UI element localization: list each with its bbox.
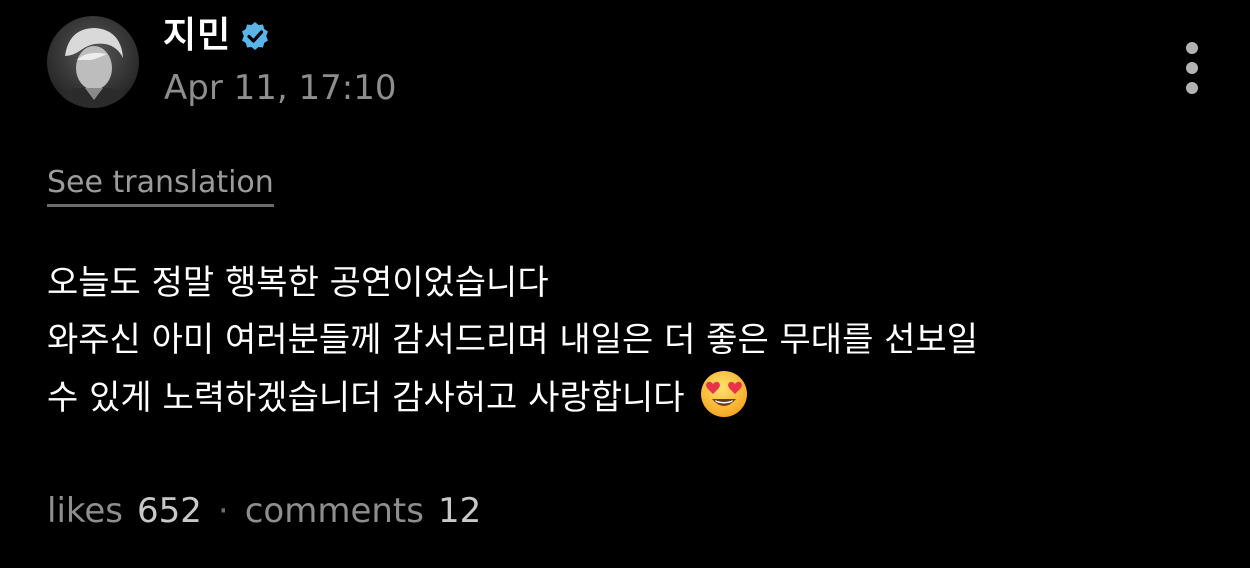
see-translation-link[interactable]: See translation (47, 163, 274, 207)
post-body-line-last: 수 있게 노력하겠습니더 감사허고 사랑합니다 (47, 369, 1207, 427)
post-body-line-text: 수 있게 노력하겠습니더 감사허고 사랑합니다 (47, 378, 685, 418)
stats-separator: · (217, 491, 229, 531)
verified-badge-icon (242, 22, 269, 50)
post-timestamp: Apr 11, 17:10 (164, 68, 397, 108)
more-options-icon[interactable] (1176, 38, 1208, 102)
avatar-photo-icon (47, 16, 139, 108)
post-body: 오늘도 정말 행복한 공연이었습니다 와주신 아미 여러분들께 감서드리며 내일… (47, 255, 1207, 427)
post-stats: likes 652 · comments 12 (47, 487, 481, 535)
likes-count: 652 (137, 491, 202, 531)
likes-stat[interactable]: likes 652 (47, 487, 202, 535)
post-body-line: 오늘도 정말 행복한 공연이었습니다 (47, 263, 549, 303)
post-body-line: 와주신 아미 여러분들께 감서드리며 내일은 더 좋은 무대를 선보일 (47, 320, 979, 360)
comments-count: 12 (437, 491, 482, 531)
likes-label: likes (47, 491, 124, 531)
comments-stat[interactable]: comments 12 (245, 487, 482, 535)
author-name[interactable]: 지민 (163, 14, 231, 58)
author-header: 지민 (163, 14, 271, 58)
comments-label: comments (244, 491, 424, 531)
post-card: 지민 Apr 11, 17:10 See translation 오늘도 정말 … (0, 0, 1250, 568)
author-avatar[interactable] (47, 16, 139, 108)
heart-eyes-emoji-icon (700, 371, 747, 417)
